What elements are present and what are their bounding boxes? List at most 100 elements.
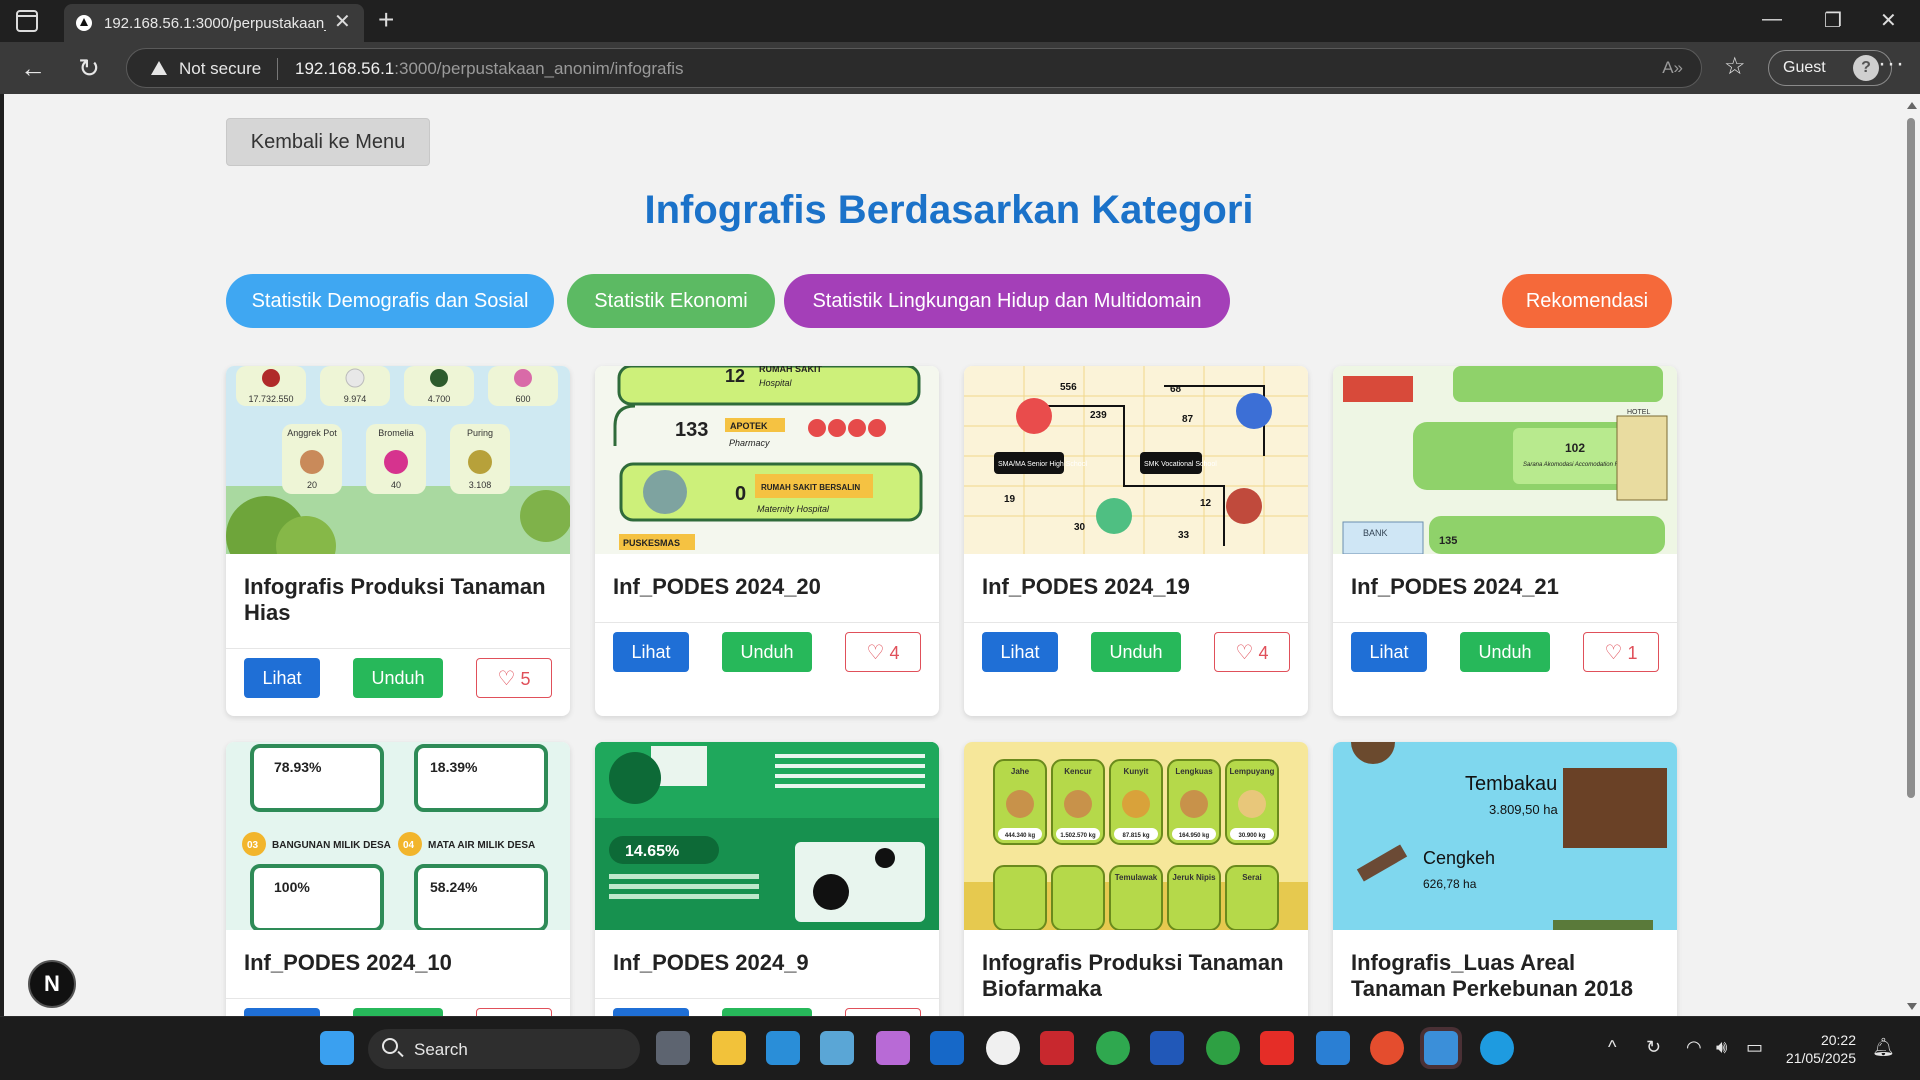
profile-button[interactable]: Guest ? — [1768, 50, 1892, 86]
taskbar-search[interactable]: Search — [368, 1029, 640, 1069]
download-button[interactable]: Unduh — [722, 1008, 812, 1016]
download-button[interactable]: Unduh — [722, 632, 812, 672]
edge-dev-icon[interactable] — [766, 1031, 800, 1065]
card-divider — [226, 648, 570, 649]
edge-icon[interactable] — [1480, 1031, 1514, 1065]
chrome-profile-icon[interactable] — [1370, 1031, 1404, 1065]
category-demografis-sosial-button[interactable]: Statistik Demografis dan Sosial — [226, 274, 554, 328]
page-scrollbar[interactable] — [1902, 94, 1920, 1016]
task-view-icon[interactable] — [656, 1031, 690, 1065]
view-button[interactable]: Lihat — [982, 632, 1058, 672]
like-button[interactable]: ♡ 4 — [845, 632, 921, 672]
clock-date: 21/05/2025 — [1785, 1050, 1856, 1066]
card-thumbnail[interactable]: 14.65% — [595, 742, 939, 930]
guest-avatar-icon: ? — [1853, 55, 1879, 81]
card-title: Inf_PODES 2024_10 — [244, 950, 452, 975]
notification-bell-icon[interactable]: 🔔︎ — [1872, 1037, 1895, 1058]
thumb-value: 14.65% — [625, 843, 679, 860]
download-button[interactable]: Unduh — [1091, 632, 1181, 672]
infographic-card: 102 Sarana Akomodasi Accomodation Facili… — [1333, 366, 1677, 716]
reload-icon[interactable]: ↻ — [72, 51, 106, 85]
view-button[interactable]: Lihat — [1351, 632, 1427, 672]
view-button[interactable]: Lihat — [244, 1008, 320, 1016]
thumb-label: SMK Vocational School — [1144, 461, 1217, 468]
card-thumbnail[interactable]: 556 239 68 87 19 30 12 33 SMA/MA Senior … — [964, 366, 1308, 554]
sync-icon[interactable]: ↻ — [1646, 1037, 1661, 1058]
view-button[interactable]: Lihat — [244, 658, 320, 698]
card-thumbnail[interactable]: 78.93% 18.39% 03 BANGUNAN MILIK DESA 04 … — [226, 742, 570, 930]
nextjs-dev-badge[interactable]: N — [28, 960, 76, 1008]
media-app-icon[interactable] — [1040, 1031, 1074, 1065]
card-thumbnail[interactable]: 17.732.550 9.974 4.700 600 Anggrek Pot B… — [226, 366, 570, 554]
windows-start-icon[interactable] — [320, 1031, 354, 1065]
warning-icon — [151, 61, 167, 75]
youtube-icon[interactable] — [1260, 1031, 1294, 1065]
card-thumbnail[interactable]: Tembakau 3.809,50 ha Cengkeh 626,78 ha — [1333, 742, 1677, 930]
battery-icon[interactable]: ▭ — [1746, 1037, 1763, 1058]
page-viewport: Kembali ke Menu Infografis Berdasarkan K… — [4, 94, 1902, 1016]
wifi-icon[interactable]: ◠ — [1686, 1037, 1702, 1058]
outlook-icon[interactable] — [930, 1031, 964, 1065]
paint-icon[interactable] — [1424, 1031, 1458, 1065]
tray-overflow-icon[interactable]: ^ — [1608, 1037, 1616, 1058]
thumb-label: Puring — [467, 428, 493, 438]
download-button[interactable]: Unduh — [353, 658, 443, 698]
thumb-value: 3.108 — [469, 480, 492, 490]
app-icon[interactable] — [986, 1031, 1020, 1065]
like-button[interactable]: ♡ 4 — [1214, 632, 1290, 672]
app-circle-icon[interactable] — [1206, 1031, 1240, 1065]
download-button[interactable]: Unduh — [353, 1008, 443, 1016]
card-thumbnail[interactable]: 12 RUMAH SAKIT Hospital 133 APOTEK Pharm… — [595, 366, 939, 554]
like-button[interactable]: ♡ — [476, 1008, 552, 1016]
like-button[interactable]: ♡ 1 — [1583, 632, 1659, 672]
thumb-value: 239 — [1090, 410, 1107, 421]
chrome-icon[interactable] — [1096, 1031, 1130, 1065]
thumb-value: 58.24% — [430, 879, 478, 895]
address-bar[interactable]: Not secure 192.168.56.1:3000/perpustakaa… — [126, 48, 1702, 88]
card-thumbnail[interactable]: 102 Sarana Akomodasi Accomodation Facili… — [1333, 366, 1677, 554]
new-tab-icon[interactable]: + — [378, 4, 394, 36]
card-divider — [1333, 622, 1677, 623]
url-text[interactable]: 192.168.56.1:3000/perpustakaan_anonim/in… — [295, 59, 683, 79]
rekomendasi-button[interactable]: Rekomendasi — [1502, 274, 1672, 328]
thumb-value: 102 — [1565, 441, 1585, 455]
security-label[interactable]: Not secure — [179, 59, 261, 79]
view-button[interactable]: Lihat — [613, 632, 689, 672]
thumb-value: 100% — [274, 879, 310, 895]
favorites-icon[interactable]: ☆ — [1724, 52, 1746, 81]
clock-time: 20:22 — [1820, 1032, 1856, 1048]
back-to-menu-button[interactable]: Kembali ke Menu — [226, 118, 430, 166]
tab-actions-icon[interactable] — [16, 10, 38, 32]
scrollbar-thumb[interactable] — [1907, 118, 1915, 798]
copilot-icon[interactable] — [876, 1031, 910, 1065]
more-options-icon[interactable]: ··· — [1878, 50, 1905, 78]
scroll-down-icon[interactable] — [1907, 1003, 1917, 1010]
back-arrow-icon[interactable]: ← — [16, 51, 50, 85]
system-clock[interactable]: 20:22 21/05/2025 — [1784, 1031, 1856, 1067]
like-button[interactable]: ♡ — [845, 1008, 921, 1016]
browser-tab[interactable]: 192.168.56.1:3000/perpustakaan_ ✕ — [64, 4, 364, 42]
infographic-card: 12 RUMAH SAKIT Hospital 133 APOTEK Pharm… — [595, 366, 939, 716]
download-button[interactable]: Unduh — [1460, 632, 1550, 672]
scroll-up-icon[interactable] — [1907, 102, 1917, 109]
volume-icon[interactable]: 🔊︎ — [1716, 1037, 1727, 1058]
minimize-icon[interactable]: — — [1762, 8, 1782, 31]
view-button[interactable]: Lihat — [613, 1008, 689, 1016]
close-tab-icon[interactable]: ✕ — [334, 12, 351, 32]
vscode-icon[interactable] — [1316, 1031, 1350, 1065]
word-icon[interactable] — [1150, 1031, 1184, 1065]
thumb-label: 04 — [403, 840, 415, 851]
read-aloud-icon[interactable]: A» — [1662, 58, 1683, 78]
azure-data-studio-icon[interactable] — [820, 1031, 854, 1065]
category-lingkungan-hidup-button[interactable]: Statistik Lingkungan Hidup dan Multidoma… — [784, 274, 1230, 328]
card-thumbnail[interactable]: Jahe Kencur Kunyit Lengkuas Lempuyang Te… — [964, 742, 1308, 930]
category-ekonomi-button[interactable]: Statistik Ekonomi — [567, 274, 775, 328]
infographic-card: Jahe Kencur Kunyit Lengkuas Lempuyang Te… — [964, 742, 1308, 1016]
close-window-icon[interactable]: ✕ — [1880, 8, 1897, 33]
restore-icon[interactable]: ❐ — [1824, 8, 1842, 33]
thumb-value: 17.732.550 — [248, 394, 293, 404]
infographic-card: 556 239 68 87 19 30 12 33 SMA/MA Senior … — [964, 366, 1308, 716]
card-title: Inf_PODES 2024_21 — [1351, 574, 1559, 599]
like-button[interactable]: ♡ 5 — [476, 658, 552, 698]
file-explorer-icon[interactable] — [712, 1031, 746, 1065]
